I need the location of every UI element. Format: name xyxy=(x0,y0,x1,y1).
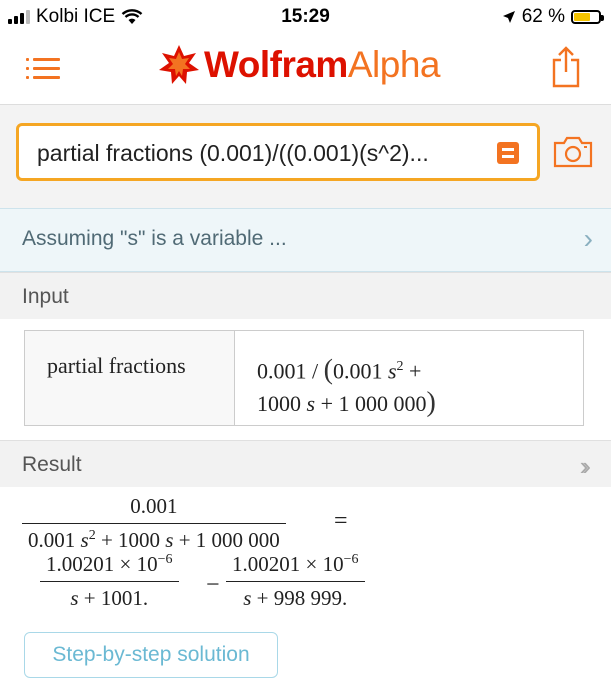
logo-text: WolframAlpha xyxy=(204,44,440,86)
term2-denominator: s + 998 999. xyxy=(226,581,365,611)
search-query: partial fractions (0.001)/((0.001)(s^2).… xyxy=(37,140,429,166)
submit-equals-icon[interactable] xyxy=(497,142,519,164)
lhs-denominator: 0.001 s2 + 1000 s + 1 000 000 xyxy=(22,523,286,553)
den-part: 0.001 xyxy=(28,528,81,552)
expr-part: 1000 xyxy=(257,391,307,417)
battery-icon xyxy=(571,10,604,24)
status-right: 62 % xyxy=(502,6,604,28)
chevron-right-icon: › xyxy=(583,223,593,254)
term1-denominator: s + 1001. xyxy=(40,581,179,611)
status-bar: Kolbi ICE 15:29 62 % xyxy=(0,0,611,34)
input-label: partial fractions xyxy=(25,331,235,425)
expr-paren: ( xyxy=(323,354,333,386)
battery-percent: 62 % xyxy=(521,6,565,27)
search-area: partial fractions (0.001)/((0.001)(s^2).… xyxy=(0,104,611,209)
lhs-numerator: 0.001 xyxy=(130,494,178,518)
double-chevron-icon[interactable]: ›› xyxy=(580,451,592,482)
expr-var: s xyxy=(387,358,397,384)
logo-alpha: Alpha xyxy=(347,44,441,85)
result-term1: 1.00201 × 10−6 s + 1001. xyxy=(40,552,179,611)
share-icon[interactable] xyxy=(551,46,581,88)
term2-numerator: 1.00201 × 10−6 xyxy=(226,552,365,581)
assumption-bar[interactable]: Assuming "s" is a variable ... › xyxy=(0,208,611,272)
den-part: + 1 000 000 xyxy=(173,528,280,552)
result-term2: 1.00201 × 10−6 s + 998 999. xyxy=(226,552,365,611)
minus-sign: − xyxy=(206,572,220,598)
result-math: 0.001 0.001 s2 + 1000 s + 1 000 000 = 1.… xyxy=(0,486,611,636)
input-pod-header: Input xyxy=(0,272,611,319)
expr-part: + 1 000 000 xyxy=(315,391,427,417)
wolfram-spikey-icon xyxy=(159,45,199,84)
input-interpretation-table: partial fractions 0.001 / (0.001 s2 + 10… xyxy=(24,330,584,426)
search-input[interactable]: partial fractions (0.001)/((0.001)(s^2).… xyxy=(16,123,540,181)
equals-sign: = xyxy=(334,508,348,534)
expr-var: s xyxy=(306,391,316,417)
den-var: s xyxy=(80,528,89,552)
num-part: 1.00201 × 10 xyxy=(46,552,158,576)
wolframalpha-logo[interactable]: WolframAlpha xyxy=(158,44,440,86)
term1-numerator: 1.00201 × 10−6 xyxy=(40,552,179,581)
result-pod-title: Result xyxy=(22,453,82,476)
expr-part: 0.001 / xyxy=(257,358,324,384)
app-header: WolframAlpha xyxy=(0,34,611,104)
input-expression: 0.001 / (0.001 s2 + 1000 s + 1 000 000) xyxy=(235,331,583,425)
num-exp: −6 xyxy=(343,552,359,567)
menu-icon[interactable] xyxy=(26,58,60,80)
expr-paren: ) xyxy=(426,387,436,419)
result-lhs-fraction: 0.001 0.001 s2 + 1000 s + 1 000 000 xyxy=(22,494,286,553)
den-part: + 1000 xyxy=(95,528,166,552)
num-exp: −6 xyxy=(157,552,173,567)
den-part: + 1001. xyxy=(78,586,149,610)
num-part: 1.00201 × 10 xyxy=(232,552,344,576)
assumption-text: Assuming "s" is a variable ... xyxy=(22,227,287,250)
camera-icon[interactable] xyxy=(552,135,594,169)
expr-part: 0.001 xyxy=(332,358,388,384)
den-var: s xyxy=(70,586,79,610)
logo-wolfram: Wolfram xyxy=(204,44,348,85)
location-icon xyxy=(502,11,515,23)
input-pod-title: Input xyxy=(22,285,69,308)
expr-exp: 2 xyxy=(396,359,404,374)
den-part: + 998 999. xyxy=(251,586,348,610)
step-by-step-button[interactable]: Step-by-step solution xyxy=(24,632,278,678)
den-exp: 2 xyxy=(88,528,96,543)
expr-part: + xyxy=(403,358,422,384)
result-pod-header: Result ›› xyxy=(0,440,611,487)
